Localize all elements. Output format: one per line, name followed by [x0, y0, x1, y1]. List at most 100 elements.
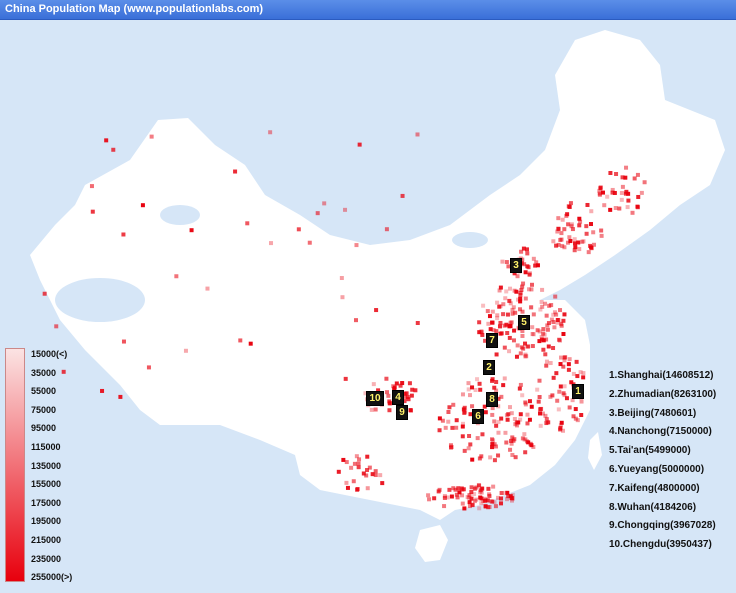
population-dot [494, 379, 499, 384]
population-dot [501, 302, 506, 307]
city-marker: 10 [366, 391, 384, 406]
population-dot [527, 399, 532, 404]
population-dot [488, 327, 493, 332]
population-dot [505, 417, 510, 422]
population-dot [502, 376, 507, 381]
population-dot [486, 321, 491, 326]
population-dot [467, 433, 472, 438]
population-dot [565, 240, 570, 245]
population-dot [632, 176, 637, 181]
population-dot [511, 305, 516, 310]
population-dot [493, 504, 498, 509]
population-dot [387, 408, 392, 413]
population-dot [490, 320, 495, 325]
population-dot [551, 320, 556, 325]
population-dot [448, 443, 453, 448]
population-dot [561, 331, 566, 336]
population-dot [572, 237, 577, 242]
population-dot [369, 407, 374, 412]
population-dot [466, 381, 471, 386]
population-dot [599, 228, 604, 233]
population-dot [536, 399, 541, 404]
population-dot [386, 393, 391, 398]
population-dot [541, 347, 546, 352]
population-dot [499, 491, 504, 496]
population-dot [450, 425, 455, 430]
population-dot [575, 374, 580, 379]
population-dot [544, 313, 549, 318]
legend-label: 75000 [31, 404, 57, 415]
population-dot [483, 410, 488, 415]
population-dot [496, 453, 501, 458]
population-dot [408, 408, 413, 413]
population-dot [502, 323, 507, 328]
population-dot [537, 378, 542, 383]
population-dot [549, 303, 554, 308]
population-dot [506, 412, 511, 417]
population-dot [454, 492, 459, 497]
population-dot [525, 251, 530, 256]
population-dot [104, 138, 109, 143]
population-dot [531, 256, 536, 261]
population-dot [426, 493, 431, 498]
legend-label: 55000 [31, 386, 57, 397]
population-dot [248, 341, 253, 346]
population-dot [492, 500, 497, 505]
population-dot [374, 308, 379, 313]
population-dot [559, 355, 564, 360]
legend-label: 255000(>) [31, 572, 73, 583]
population-dot [552, 325, 557, 330]
population-dot [343, 207, 348, 212]
population-dot [546, 344, 551, 349]
population-dot [507, 349, 512, 354]
population-dot [503, 430, 508, 435]
population-dot [537, 339, 542, 344]
population-dot [336, 469, 341, 474]
population-dot [521, 281, 526, 286]
population-dot [467, 500, 472, 505]
population-dot [481, 303, 486, 308]
population-dot [480, 332, 485, 337]
population-dot [384, 376, 389, 381]
population-dot [515, 343, 520, 348]
population-dot [581, 375, 586, 380]
population-dot [437, 428, 442, 433]
population-dot [504, 440, 509, 445]
population-dot [544, 363, 549, 368]
population-dot [569, 222, 574, 227]
population-dot [589, 246, 594, 251]
population-dot [451, 486, 456, 491]
population-dot [512, 328, 517, 333]
population-dot [494, 352, 499, 357]
map-title: China Population Map (www.populationlabs… [5, 3, 264, 15]
population-dot [508, 324, 513, 329]
legend-label: 95000 [31, 423, 57, 434]
legend-color-bar [5, 348, 25, 582]
legend-label: 35000 [31, 367, 57, 378]
population-dot [529, 404, 534, 409]
city-list-item: 1.Shanghai(14608512) [609, 370, 714, 381]
population-dot [475, 377, 480, 382]
population-dot [564, 213, 569, 218]
population-dot [447, 487, 452, 492]
population-dot [511, 338, 516, 343]
population-dot [446, 410, 451, 415]
population-dot [540, 287, 545, 292]
city-list-item: 9.Chongqing(3967028) [609, 520, 716, 532]
population-dot [642, 180, 647, 185]
population-dot [577, 216, 582, 221]
city-list-item: 8.Wuhan(4184206) [609, 501, 697, 513]
population-dot [501, 312, 506, 317]
population-dot [437, 416, 442, 421]
population-dot [515, 274, 520, 279]
population-dot [537, 329, 542, 334]
population-dot [479, 329, 484, 334]
population-dot [118, 394, 123, 399]
population-dot [579, 399, 584, 404]
population-dot [567, 357, 572, 362]
population-dot [447, 405, 452, 410]
population-dot [404, 391, 409, 396]
population-dot [344, 480, 349, 485]
population-dot [530, 325, 535, 330]
population-dot [356, 465, 361, 470]
